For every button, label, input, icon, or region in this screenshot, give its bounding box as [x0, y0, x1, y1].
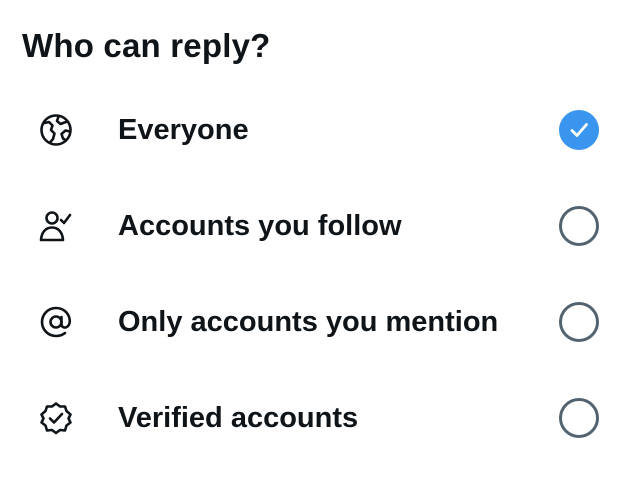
- at-sign-icon: [38, 304, 74, 340]
- option-only-accounts-you-mention[interactable]: Only accounts you mention: [0, 282, 632, 362]
- radio-button[interactable]: [559, 206, 599, 246]
- option-label: Accounts you follow: [118, 210, 402, 242]
- option-verified-accounts[interactable]: Verified accounts: [0, 378, 632, 458]
- verified-badge-icon: [38, 400, 74, 436]
- radio-button[interactable]: [559, 302, 599, 342]
- option-label: Only accounts you mention: [118, 306, 499, 338]
- option-label: Everyone: [118, 114, 249, 146]
- option-accounts-you-follow[interactable]: Accounts you follow: [0, 186, 632, 266]
- option-everyone[interactable]: Everyone: [0, 90, 632, 170]
- globe-icon: [38, 112, 74, 148]
- reply-settings-panel: Who can reply? Everyone Accounts you fol…: [0, 0, 632, 498]
- panel-title: Who can reply?: [22, 27, 271, 64]
- person-check-icon: [38, 208, 74, 244]
- radio-button-selected[interactable]: [559, 110, 599, 150]
- radio-button[interactable]: [559, 398, 599, 438]
- checkmark-icon: [570, 123, 588, 137]
- option-label: Verified accounts: [118, 402, 359, 434]
